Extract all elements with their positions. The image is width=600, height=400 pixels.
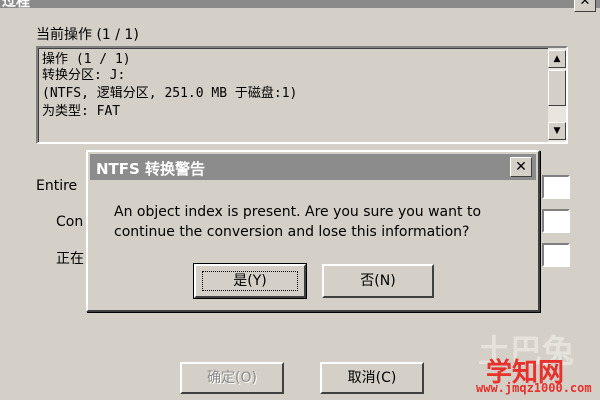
scroll-up-button[interactable]: ▲ bbox=[548, 50, 566, 68]
dialog-message-line: An object index is present. Are you sure… bbox=[114, 204, 482, 220]
detail-line: 为类型: FAT bbox=[42, 104, 121, 119]
focus-indicator bbox=[202, 271, 298, 291]
detail-line: 操作 (1 / 1) bbox=[42, 52, 131, 67]
dialog-message-line: continue the conversion and lose this in… bbox=[114, 224, 470, 240]
dialog-close-button[interactable]: ✕ bbox=[510, 157, 532, 177]
no-button[interactable]: 否(N) bbox=[322, 264, 434, 298]
operation-details-box[interactable]: 操作 (1 / 1) 转换分区: J: (NTFS, 逻辑分区, 251.0 M… bbox=[36, 46, 568, 144]
arrow-down-icon: ▼ bbox=[553, 126, 561, 136]
progress-label-entire: Entire bbox=[36, 178, 78, 194]
scroll-thumb[interactable] bbox=[548, 70, 566, 106]
yes-button[interactable]: 是(Y) bbox=[193, 263, 307, 299]
cancel-button[interactable]: 取消(C) bbox=[320, 362, 424, 394]
progress-field-status bbox=[542, 243, 570, 267]
detail-line: (NTFS, 逻辑分区, 251.0 MB 于磁盘:1) bbox=[42, 86, 298, 101]
progress-label-status: 正在 bbox=[56, 251, 84, 267]
window-close-button[interactable]: ✕ bbox=[574, 0, 596, 12]
arrow-up-icon: ▲ bbox=[553, 54, 561, 64]
dialog-title-bar: NTFS 转换警告 ✕ bbox=[90, 154, 536, 180]
scroll-down-button[interactable]: ▼ bbox=[548, 122, 566, 140]
detail-line: 转换分区: J: bbox=[42, 68, 126, 83]
close-icon: ✕ bbox=[515, 159, 527, 175]
ntfs-conversion-warning-dialog: NTFS 转换警告 ✕ An object index is present. … bbox=[86, 150, 540, 312]
window-title-bar: 过程 bbox=[0, 0, 600, 10]
watermark-url: www.jmqz1000.com bbox=[476, 381, 592, 395]
window-title: 过程 bbox=[2, 0, 30, 10]
progress-field-entire bbox=[542, 175, 570, 199]
dialog-title: NTFS 转换警告 bbox=[96, 160, 206, 178]
current-operation-label: 当前操作 (1 / 1) bbox=[36, 27, 139, 43]
vertical-scrollbar[interactable]: ▲ ▼ bbox=[548, 48, 566, 142]
progress-label-current: Con bbox=[56, 214, 84, 230]
progress-field-current bbox=[542, 209, 570, 233]
close-icon: ✕ bbox=[579, 0, 591, 9]
ok-button[interactable]: 确定(O) bbox=[180, 362, 284, 394]
